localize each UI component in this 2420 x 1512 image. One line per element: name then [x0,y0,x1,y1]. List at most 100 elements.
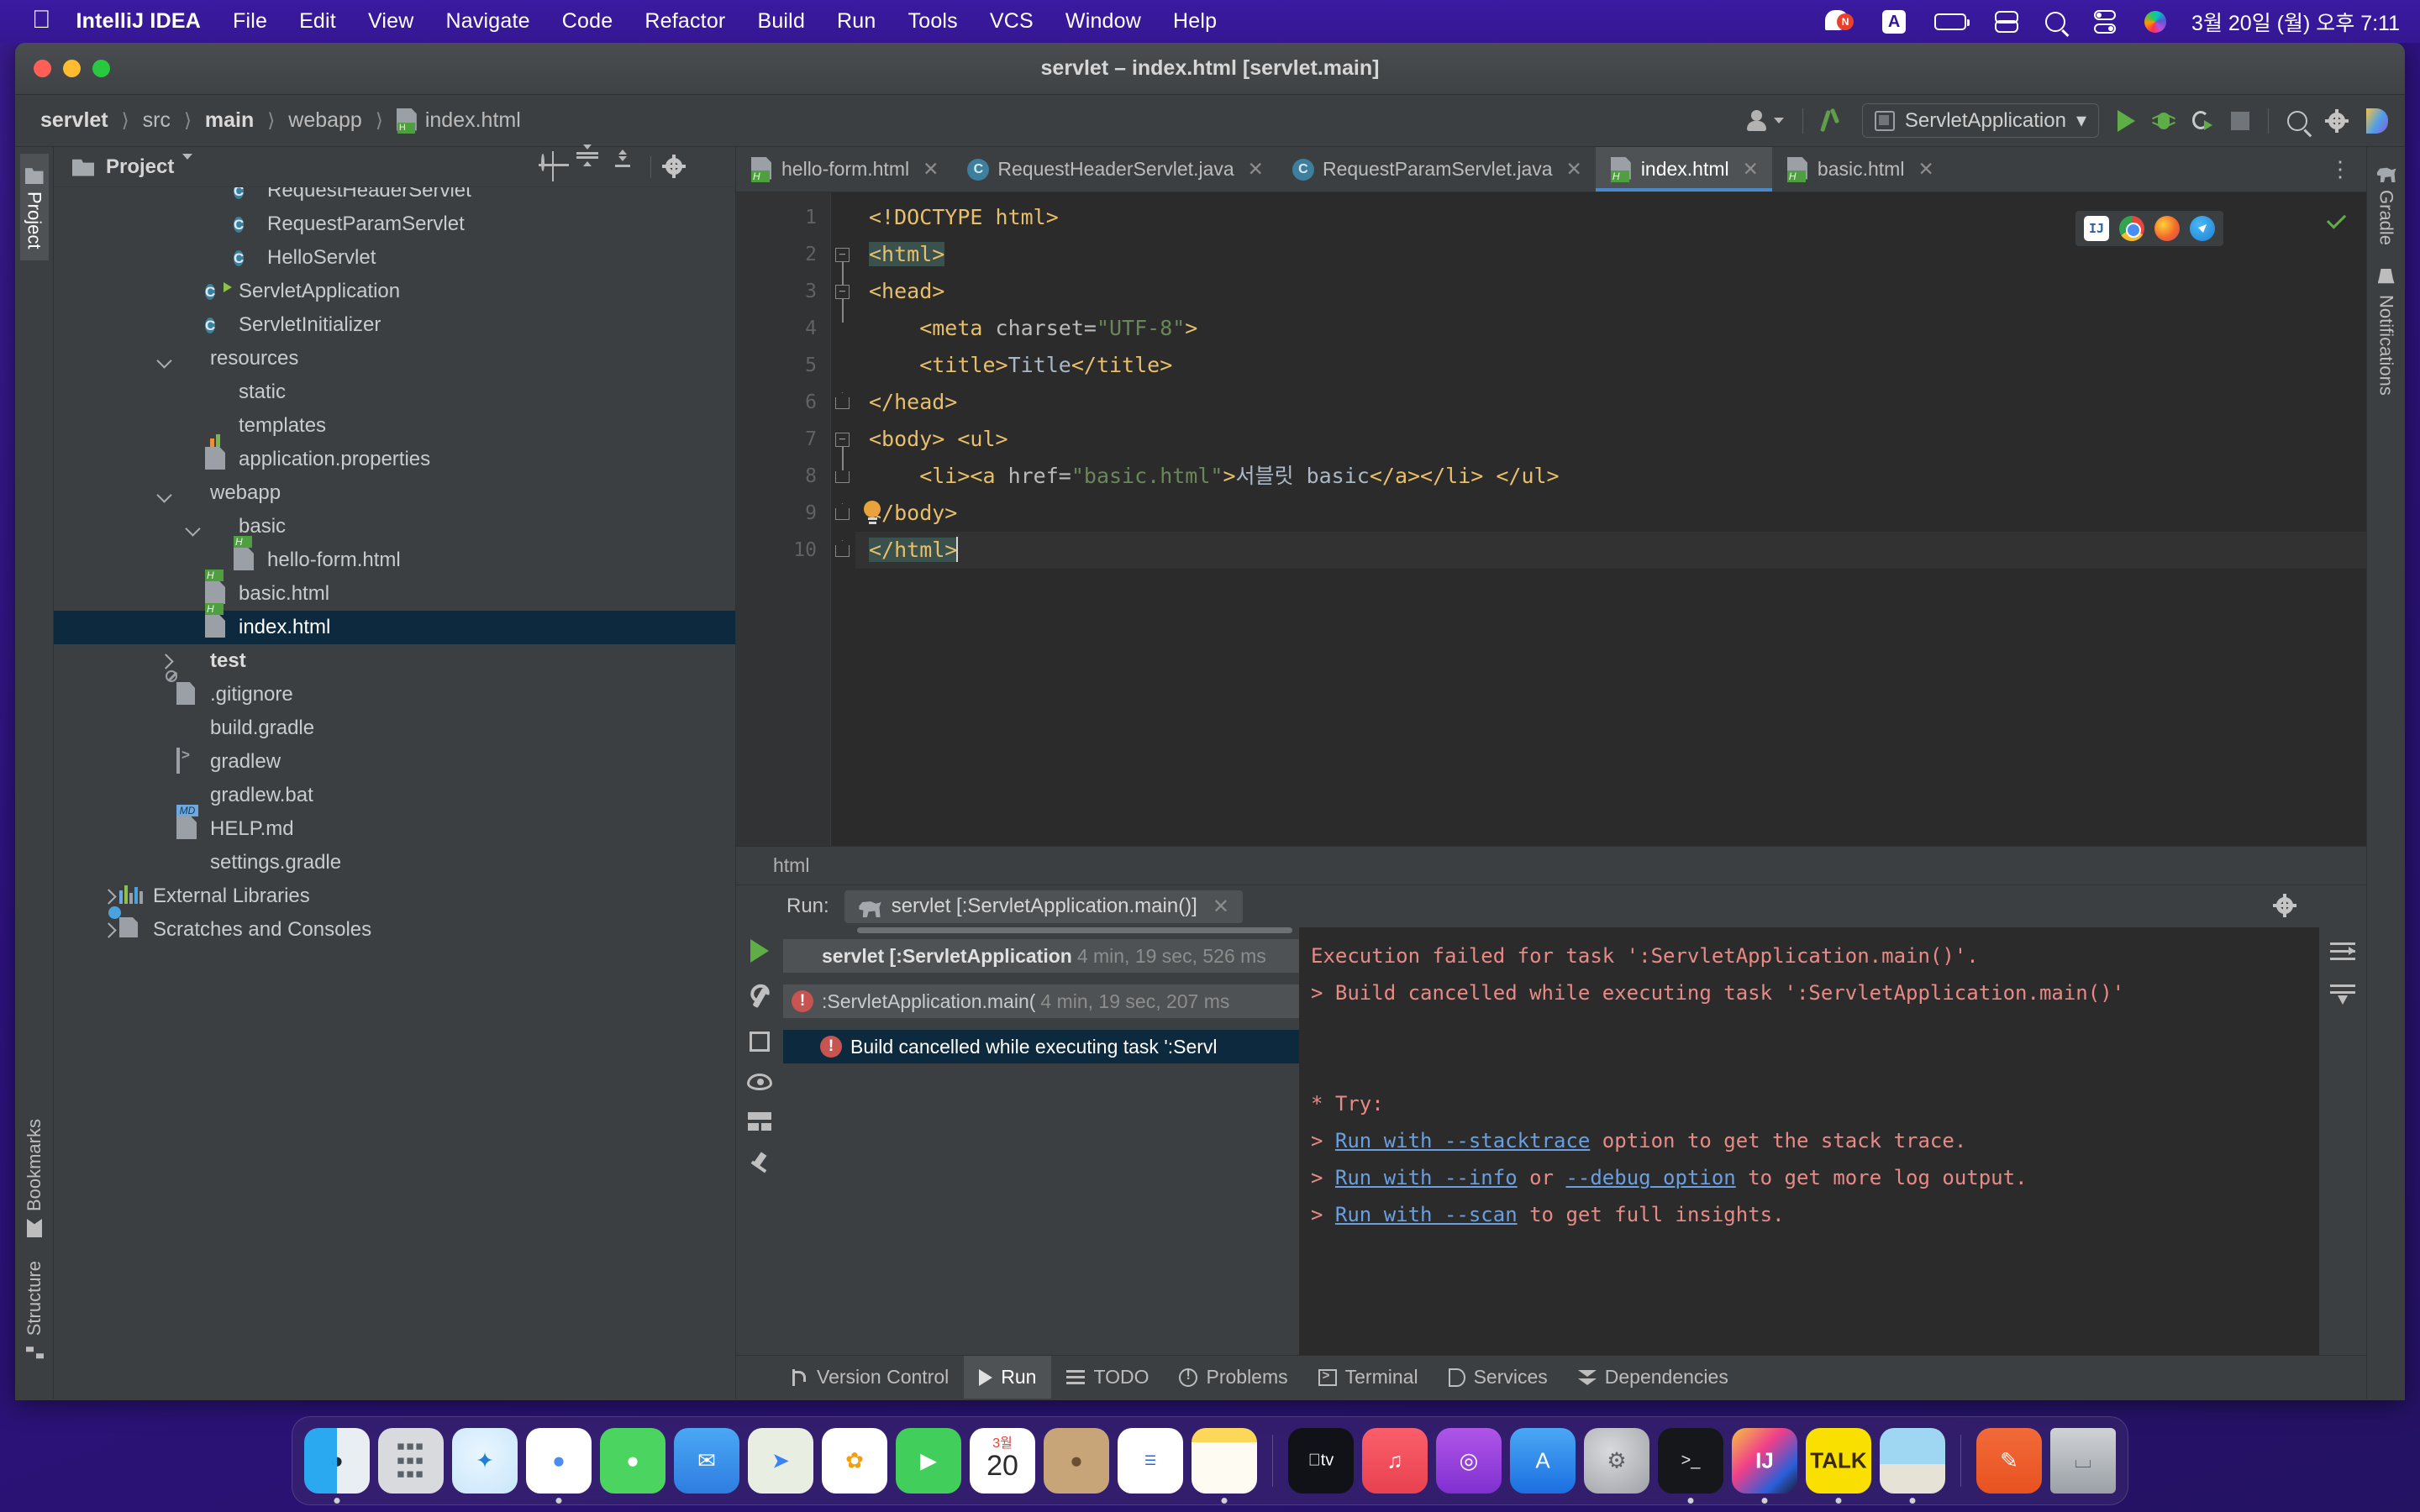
tree-item-index-html[interactable]: Hindex.html [54,603,735,644]
tree-item--gitignore[interactable]: .gitignore [54,670,735,711]
tree-item-requestparamservlet[interactable]: C RequestParamServlet [54,207,735,241]
contacts-icon[interactable]: ● [1044,1428,1109,1494]
dock-item-system-settings[interactable]: ⚙ [1584,1428,1649,1494]
messages-icon[interactable]: ● [600,1428,666,1494]
dock-item-finder[interactable]: ◑ [304,1428,370,1504]
sidebar-item-project[interactable]: Project [19,154,49,261]
zoom-button[interactable] [92,60,110,77]
account-people-icon[interactable] [1746,109,1784,132]
tree-item-gradlew-bat[interactable]: gradlew.bat [54,779,735,812]
stop-button[interactable] [750,1032,770,1052]
editor-bottom-breadcrumb[interactable]: html [736,846,2366,885]
tab-hello-form-html[interactable]: Hhello-form.html ✕ [736,147,952,192]
app-store-icon[interactable]: A [1510,1428,1576,1494]
close-icon[interactable]: ✕ [1918,158,1933,181]
tool-window-dependencies[interactable]: Dependencies [1563,1356,1744,1399]
system-settings-icon[interactable]: ⚙ [1584,1428,1649,1494]
menu-item-edit[interactable]: Edit [299,9,336,34]
build-settings-button[interactable] [747,984,772,1010]
dock-item-google-chrome[interactable]: ● [526,1428,592,1504]
dock-item-sketch-tool[interactable]: ✎ [1976,1428,2042,1494]
music-icon[interactable]: ♫ [1362,1428,1428,1494]
ok-checkmark-icon[interactable] [2324,209,2346,231]
fold-collapse-icon[interactable]: − [835,285,850,323]
tool-window-services[interactable]: Services [1434,1356,1563,1399]
build-task-row[interactable]: servlet [:ServletApplication 4 min, 19 se… [783,939,1299,973]
calendar-icon[interactable]: 3월 20 [970,1428,1035,1494]
dock-item-intellij-idea[interactable]: IJ [1732,1428,1797,1504]
debug-button[interactable] [2152,110,2175,132]
chat-badge-icon[interactable]: N [1825,8,1854,35]
menu-item-vcs[interactable]: VCS [990,9,1034,34]
menu-item-help[interactable]: Help [1173,9,1217,34]
dock-item-kakaotalk[interactable]: TALK [1806,1428,1871,1504]
safari-icon[interactable] [2190,216,2215,241]
tree-item-basic[interactable]: basic [54,510,735,543]
menu-item-tools[interactable]: Tools [908,9,958,34]
settings-button[interactable] [2325,108,2349,133]
run-configuration-selector[interactable]: ServletApplication ▾ [1861,103,2099,138]
console-link[interactable]: Run with --stacktrace [1335,1129,1590,1152]
breadcrumb-src[interactable]: src [143,108,171,133]
chevron-right-icon[interactable] [156,653,173,669]
console-link[interactable]: Run with --scan [1335,1203,1518,1226]
notes-icon[interactable] [1192,1428,1257,1494]
fold-collapse-icon[interactable]: − [835,248,850,286]
tree-item-build-gradle[interactable]: build.gradle [54,711,735,745]
tool-window-run[interactable]: Run [964,1356,1052,1399]
sidebar-item-gradle[interactable]: Gradle [2372,154,2401,257]
dock-item-photos[interactable]: ✿ [822,1428,887,1494]
tree-item-servletinitializer[interactable]: C ServletInitializer [54,308,735,342]
grid-view-button[interactable] [748,1112,771,1131]
tree-item-helloservlet[interactable]: C HelloServlet [54,241,735,275]
facetime-icon[interactable]: ▶ [896,1428,961,1494]
apple-logo-icon[interactable]:  [32,7,51,33]
menu-item-window[interactable]: Window [1065,9,1141,34]
close-icon[interactable]: ✕ [1743,158,1759,181]
line-number[interactable]: 5 [736,347,817,384]
chevron-down-icon[interactable] [156,350,173,367]
maps-icon[interactable]: ➤ [748,1428,813,1494]
fold-end-icon[interactable] [835,543,850,558]
menu-item-navigate[interactable]: Navigate [446,9,530,34]
sidebar-item-bookmarks[interactable]: Bookmarks [20,1107,49,1249]
apple-tv-icon[interactable]: tv [1288,1428,1354,1494]
launchpad-icon[interactable]: ■■■ ■■■ ■■■ [378,1428,444,1494]
sidebar-item-structure[interactable]: Structure [20,1249,49,1373]
tab-index-html[interactable]: Hindex.html ✕ [1595,147,1773,192]
close-icon[interactable]: ✕ [923,158,939,181]
close-icon[interactable]: ✕ [1566,158,1582,181]
breadcrumb-index-html[interactable]: index.html [425,108,521,133]
soft-wrap-button[interactable] [2330,942,2355,963]
sketch-tool-icon[interactable]: ✎ [1976,1428,2042,1494]
intellij-idea-icon[interactable]: IJ [1732,1428,1797,1494]
horizontal-scrollbar[interactable] [857,927,1292,933]
tool-window-terminal[interactable]: Terminal [1303,1356,1434,1399]
run-button[interactable] [2118,109,2135,132]
collapse-all-icon[interactable] [612,149,635,179]
select-opened-file-icon[interactable] [541,153,565,179]
build-task-row[interactable]: ! Build cancelled while executing task ':… [783,1030,1299,1063]
mail-icon[interactable]: ✉ [674,1428,739,1494]
chevron-down-icon[interactable] [182,153,193,175]
settings-gear-icon[interactable] [2273,894,2297,918]
chrome-icon[interactable] [2119,216,2144,241]
menubar-clock[interactable]: 3월 20일 (월) 오후 7:11 [2191,7,2400,37]
kakaotalk-icon[interactable]: TALK [1806,1428,1871,1494]
dock-item-mail[interactable]: ✉ [674,1428,739,1494]
search-everywhere-button[interactable] [2287,110,2307,131]
chevron-down-icon[interactable] [156,485,173,501]
menu-item-view[interactable]: View [368,9,414,34]
menu-item-code[interactable]: Code [562,9,613,34]
tool-window-version-control[interactable]: Version Control [775,1356,964,1399]
tree-item-requestheaderservlet[interactable]: C RequestHeaderServlet [54,187,735,207]
dock-item-notes[interactable] [1192,1428,1257,1504]
firefox-icon[interactable] [2154,216,2180,241]
build-task-row[interactable]: !:ServletApplication.main(4 min, 19 sec,… [783,984,1299,1018]
rerun-button[interactable] [750,939,769,963]
input-source-A-icon[interactable]: A [1882,9,1907,34]
chevron-down-icon[interactable] [185,518,202,535]
dock-item-contacts[interactable]: ● [1044,1428,1109,1494]
chevron-right-icon[interactable] [99,888,116,905]
intellij-preview-icon[interactable] [2084,216,2109,241]
